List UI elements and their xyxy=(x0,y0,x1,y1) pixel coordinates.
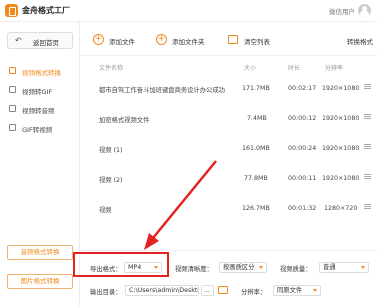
audio-icon xyxy=(9,105,16,112)
menu-icon[interactable] xyxy=(364,84,371,89)
file-resolution: 1920×1080 xyxy=(322,145,360,152)
table-header: 文件名称 大小 时长 分辨率 xyxy=(81,60,377,74)
file-name: 加密格式视频文件 xyxy=(99,117,150,124)
table-row[interactable]: 视频 (1) 161.0MB 00:00:24 1920×1080 xyxy=(81,134,377,164)
gif-icon xyxy=(9,86,16,93)
sidebar-item-video-to-audio[interactable]: 视频转音频 xyxy=(0,100,80,118)
toolbar: + 添加文件 + 添加文件夹 清空列表 转换格式 xyxy=(81,22,377,56)
chevron-down-icon xyxy=(259,266,263,269)
highlight-box xyxy=(73,252,169,277)
resolution-label: 分辨率： xyxy=(241,289,267,296)
file-size: 126.7MB xyxy=(242,205,270,212)
file-name: 视频 (1) xyxy=(99,147,123,154)
table-row[interactable]: 视频 (2) 77.8MB 00:00:11 1920×1080 xyxy=(81,164,377,194)
convert-format-label[interactable]: 转换格式 xyxy=(347,36,373,46)
file-duration: 00:00:12 xyxy=(288,115,317,122)
plus-folder-icon: + xyxy=(156,34,167,45)
file-name: 视频 xyxy=(99,207,112,214)
file-duration: 00:02:17 xyxy=(288,85,317,92)
title-bar: 金舟格式工厂 微信用户 xyxy=(0,0,377,22)
folder-icon[interactable] xyxy=(218,286,228,294)
chevron-down-icon xyxy=(313,289,317,292)
avatar[interactable] xyxy=(358,4,371,17)
table-row[interactable]: 加密格式视频文件 7.4MB 00:00:12 1920×1080 xyxy=(81,104,377,134)
file-size: 161.0MB xyxy=(242,145,270,152)
file-resolution: 1920×1080 xyxy=(322,85,360,92)
app-logo-icon xyxy=(5,4,18,17)
file-duration: 00:00:11 xyxy=(288,175,317,182)
column-header-resolution: 分辨率 xyxy=(325,65,344,72)
clarity-select[interactable]: 按画质区分 xyxy=(219,262,267,273)
quality-select[interactable]: 普通 xyxy=(319,262,369,273)
file-resolution: 1280×720 xyxy=(324,205,358,212)
column-header-name: 文件名称 xyxy=(99,65,124,72)
file-duration: 00:00:24 xyxy=(288,145,317,152)
clear-icon xyxy=(228,35,238,44)
video-icon xyxy=(9,67,16,74)
sidebar-item-gif-to-video[interactable]: GIF转视频 xyxy=(0,119,80,137)
file-duration: 00:01:32 xyxy=(288,205,317,212)
gif-video-icon xyxy=(9,124,16,131)
image-convert-button[interactable]: 图片格式转换 xyxy=(7,274,73,289)
resolution-select[interactable]: 同原文件 xyxy=(273,285,321,296)
menu-icon[interactable] xyxy=(364,144,371,149)
file-resolution: 1920×1080 xyxy=(322,115,360,122)
audio-convert-button[interactable]: 音频格式转换 xyxy=(7,245,73,260)
clarity-label: 视频清晰度： xyxy=(175,266,213,273)
back-arrow-icon: ↶ xyxy=(15,36,22,45)
browse-button[interactable]: ... xyxy=(201,285,214,296)
sidebar-item-video-convert[interactable]: 视频格式转换 xyxy=(0,62,80,80)
user-label[interactable]: 微信用户 xyxy=(329,6,355,16)
file-name: 都市自驾工作奋斗加班键盘商务设计办公成功 xyxy=(99,87,225,94)
output-dir-label: 输出目录： xyxy=(90,289,122,296)
file-resolution: 1920×1080 xyxy=(322,175,360,182)
app-title: 金舟格式工厂 xyxy=(22,6,70,15)
output-dir-field[interactable]: C:\Users\admin\Desktop\ xyxy=(125,285,199,296)
file-size: 7.4MB xyxy=(247,115,267,122)
menu-icon[interactable] xyxy=(364,114,371,119)
file-name: 视频 (2) xyxy=(99,177,123,184)
file-size: 77.8MB xyxy=(244,175,268,182)
column-header-size: 大小 xyxy=(244,65,257,72)
table-row[interactable]: 视频 126.7MB 00:01:32 1280×720 xyxy=(81,194,377,224)
sidebar: ↶ 返回首页 视频格式转换 视频转GIF 视频转音频 GIF转视频 音频格式转换… xyxy=(0,22,80,306)
home-button[interactable]: ↶ 返回首页 xyxy=(7,32,73,49)
menu-icon[interactable] xyxy=(364,174,371,179)
sidebar-item-video-to-gif[interactable]: 视频转GIF xyxy=(0,81,80,99)
column-header-duration: 时长 xyxy=(288,65,301,72)
menu-icon[interactable] xyxy=(364,204,371,209)
plus-icon: + xyxy=(93,34,104,45)
quality-label: 视频质量： xyxy=(280,266,312,273)
file-size: 171.7MB xyxy=(242,85,270,92)
table-row[interactable]: 都市自驾工作奋斗加班键盘商务设计办公成功 171.7MB 00:02:17 19… xyxy=(81,74,377,104)
chevron-down-icon xyxy=(361,266,365,269)
